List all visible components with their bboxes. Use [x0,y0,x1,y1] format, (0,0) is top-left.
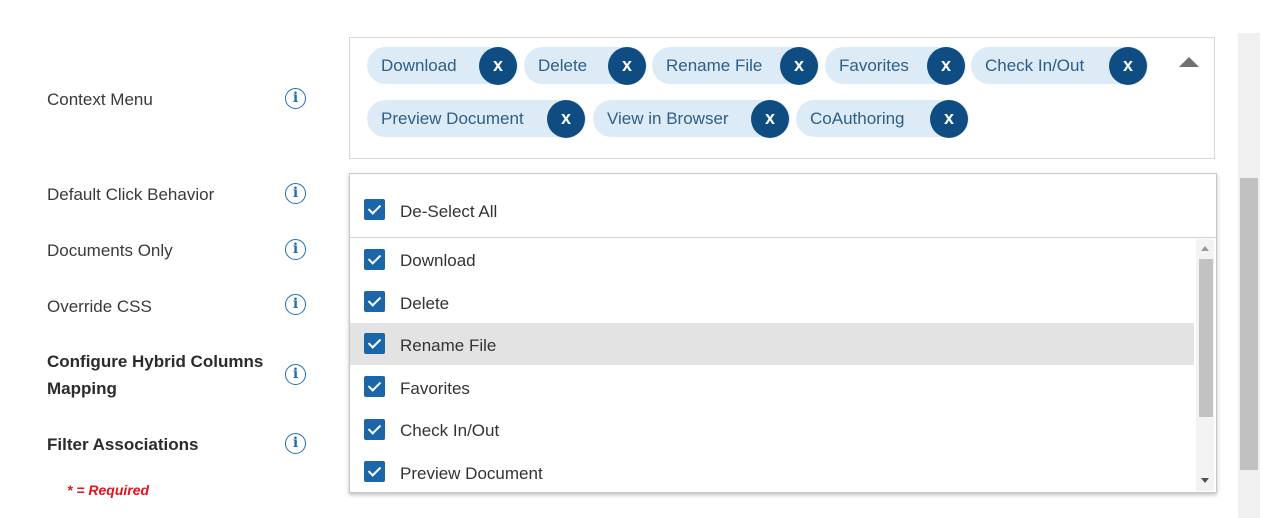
option-preview-document[interactable]: Preview Document [350,451,1194,493]
context-menu-selected-tags[interactable]: Download x Delete x Rename File x Favori… [349,37,1215,159]
option-label: Check In/Out [400,421,500,440]
option-download[interactable]: Download [350,238,1194,280]
remove-tag-button[interactable]: x [479,47,517,85]
option-favorites[interactable]: Favorites [350,366,1194,408]
tag-label: CoAuthoring [810,109,905,128]
tag-label: Download [381,56,457,75]
remove-tag-button[interactable]: x [930,100,968,138]
caret-up-icon[interactable] [1179,57,1199,67]
tag-delete: Delete x [524,47,647,85]
configure-hybrid-columns-mapping-label: Configure Hybrid Columns Mapping [47,348,263,402]
context-menu-dropdown: De-Select All Download Delete Rename Fil… [349,173,1217,493]
tag-favorites: Favorites x [825,47,966,85]
override-css-label: Override CSS [47,297,152,316]
info-circle-icon[interactable]: i [285,294,306,315]
required-note: * = Required [67,482,150,498]
checkbox-checked-icon[interactable] [364,376,385,397]
scroll-up-arrow-icon[interactable] [1201,246,1209,251]
scroll-down-arrow-icon[interactable] [1201,478,1209,483]
option-label: Download [400,251,476,270]
page-scrollbar[interactable] [1238,33,1260,518]
info-circle-icon[interactable]: i [285,433,306,454]
checkbox-checked-icon[interactable] [364,419,385,440]
info-circle-icon[interactable]: i [285,183,306,204]
option-delete[interactable]: Delete [350,281,1194,323]
option-label: Favorites [400,379,470,398]
remove-tag-button[interactable]: x [927,47,965,85]
tag-coauthoring: CoAuthoring x [796,100,969,138]
default-click-behavior-label: Default Click Behavior [47,185,215,204]
tag-label: Check In/Out [985,56,1085,75]
configure-hybrid-columns-line1: Configure Hybrid Columns [47,352,264,371]
info-circle-icon[interactable]: i [285,239,306,260]
deselect-all-option[interactable]: De-Select All [350,174,1216,238]
tag-label: Rename File [666,56,763,75]
remove-tag-button[interactable]: x [780,47,818,85]
checkbox-checked-icon[interactable] [364,249,385,270]
option-label: Preview Document [400,464,543,483]
tag-rename-file: Rename File x [652,47,819,85]
tag-check-in-out: Check In/Out x [971,47,1148,85]
remove-tag-button[interactable]: x [1109,47,1147,85]
checkbox-checked-icon[interactable] [364,199,385,220]
checkbox-checked-icon[interactable] [364,333,385,354]
checkbox-checked-icon[interactable] [364,461,385,482]
context-menu-label: Context Menu [47,90,153,109]
checkbox-checked-icon[interactable] [364,291,385,312]
tag-view-in-browser: View in Browser x [593,100,790,138]
page-scroll-thumb[interactable] [1240,178,1258,470]
deselect-all-label: De-Select All [400,202,498,221]
configure-hybrid-columns-line2: Mapping [47,379,117,398]
option-label: Delete [400,294,450,313]
tag-label: Favorites [839,56,909,75]
tag-label: Preview Document [381,109,524,128]
remove-tag-button[interactable]: x [751,100,789,138]
remove-tag-button[interactable]: x [608,47,646,85]
dropdown-scroll-thumb[interactable] [1199,259,1213,417]
dropdown-scrollbar[interactable] [1196,239,1214,491]
documents-only-label: Documents Only [47,241,173,260]
info-circle-icon[interactable]: i [285,88,306,109]
info-circle-icon[interactable]: i [285,364,306,385]
tag-download: Download x [367,47,518,85]
remove-tag-button[interactable]: x [547,100,585,138]
tag-preview-document: Preview Document x [367,100,586,138]
option-label: Rename File [400,336,497,355]
tag-label: View in Browser [607,109,729,128]
option-check-in-out[interactable]: Check In/Out [350,408,1194,450]
filter-associations-label: Filter Associations [47,435,199,454]
tag-label: Delete [538,56,588,75]
option-rename-file[interactable]: Rename File [350,323,1194,365]
